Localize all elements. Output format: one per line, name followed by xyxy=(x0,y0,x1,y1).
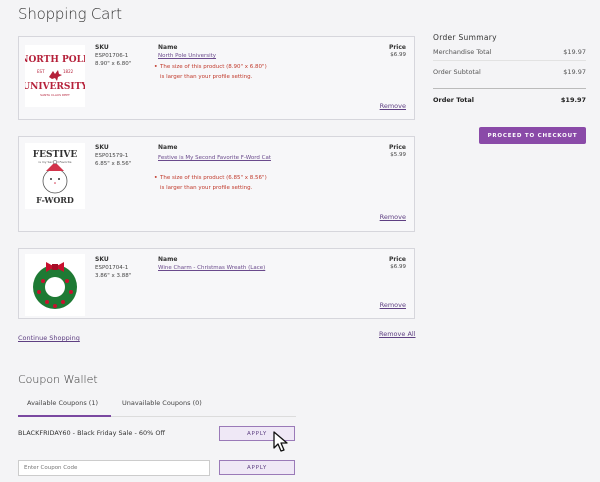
name-header: Name xyxy=(158,256,178,263)
price-value: $6.99 xyxy=(390,52,406,58)
sku-value: ESP01706-1 8.90" x 6.80" xyxy=(95,53,132,67)
merchandise-total-row: Merchandise Total $19.97 xyxy=(433,48,586,56)
remove-all-link[interactable]: Remove All xyxy=(379,330,416,338)
product-name-link[interactable]: Festive is My Second Favorite F-Word Cat xyxy=(158,152,278,164)
size-warning: • The size of this product (8.90" x 6.80"… xyxy=(154,64,267,80)
sku-value: ESP01579-1 6.85" x 8.56" xyxy=(95,153,132,167)
product-name-link[interactable]: North Pole University xyxy=(158,52,288,61)
coupon-description: BLACKFRIDAY60 - Black Friday Sale - 60% … xyxy=(18,429,166,437)
apply-code-button[interactable]: APPLY xyxy=(219,460,295,475)
proceed-to-checkout-button[interactable]: PROCEED TO CHECKOUT xyxy=(479,127,586,144)
svg-text:UNIVERSITY: UNIVERSITY xyxy=(25,82,85,92)
name-header: Name xyxy=(158,144,178,151)
summary-divider xyxy=(433,88,586,89)
size-warning: • The size of this product (6.85" x 8.56"… xyxy=(154,175,267,191)
price-header: Price xyxy=(388,144,406,151)
product-image-wreath[interactable] xyxy=(25,254,85,316)
cart-item: FESTIVE is my Second Favorite F-WORD SKU… xyxy=(18,136,415,232)
remove-link[interactable]: Remove xyxy=(380,213,406,221)
svg-text:EST: EST xyxy=(37,69,45,74)
sku-value: ESP01704-1 3.86" x 3.88" xyxy=(95,265,132,279)
price-value: $6.99 xyxy=(390,264,406,270)
svg-text:1822: 1822 xyxy=(63,69,74,74)
svg-text:FESTIVE: FESTIVE xyxy=(33,150,78,160)
tab-unavailable-coupons[interactable]: Unavailable Coupons (0) xyxy=(122,399,202,407)
active-tab-indicator xyxy=(18,415,111,417)
page-title: Shopping Cart xyxy=(18,5,122,23)
sku-header: SKU xyxy=(95,256,109,263)
product-image-north-pole[interactable]: NORTH POLE EST 1822 UNIVERSITY SANTA CLA… xyxy=(20,45,90,107)
name-header: Name xyxy=(158,44,178,51)
cart-item: NORTH POLE EST 1822 UNIVERSITY SANTA CLA… xyxy=(18,36,415,120)
svg-text:SANTA CLAUS DEPT: SANTA CLAUS DEPT xyxy=(40,93,70,97)
product-image-festive-cat[interactable]: FESTIVE is my Second Favorite F-WORD xyxy=(25,143,85,209)
mouse-cursor-icon xyxy=(273,431,291,457)
price-value: $5.99 xyxy=(390,152,406,158)
summary-divider xyxy=(433,60,586,61)
continue-shopping-link[interactable]: Continue Shopping xyxy=(18,334,80,342)
svg-text:NORTH POLE: NORTH POLE xyxy=(25,55,85,65)
remove-link[interactable]: Remove xyxy=(380,102,406,110)
coupon-wallet-title: Coupon Wallet xyxy=(18,373,98,386)
price-header: Price xyxy=(388,44,406,51)
coupon-code-input[interactable] xyxy=(18,460,210,476)
svg-text:F-WORD: F-WORD xyxy=(36,195,74,205)
order-total-row: Order Total $19.97 xyxy=(433,96,586,104)
sku-header: SKU xyxy=(95,44,109,51)
order-summary-title: Order Summary xyxy=(433,33,497,42)
sku-header: SKU xyxy=(95,144,109,151)
order-subtotal-row: Order Subtotal $19.97 xyxy=(433,68,586,76)
price-header: Price xyxy=(388,256,406,263)
product-name-link[interactable]: Wine Charm - Christmas Wreath (Lace) xyxy=(158,264,338,273)
remove-link[interactable]: Remove xyxy=(380,301,406,309)
cart-item: SKU ESP01704-1 3.86" x 3.88" Name Wine C… xyxy=(18,248,415,319)
tab-available-coupons[interactable]: Available Coupons (1) xyxy=(27,399,98,407)
